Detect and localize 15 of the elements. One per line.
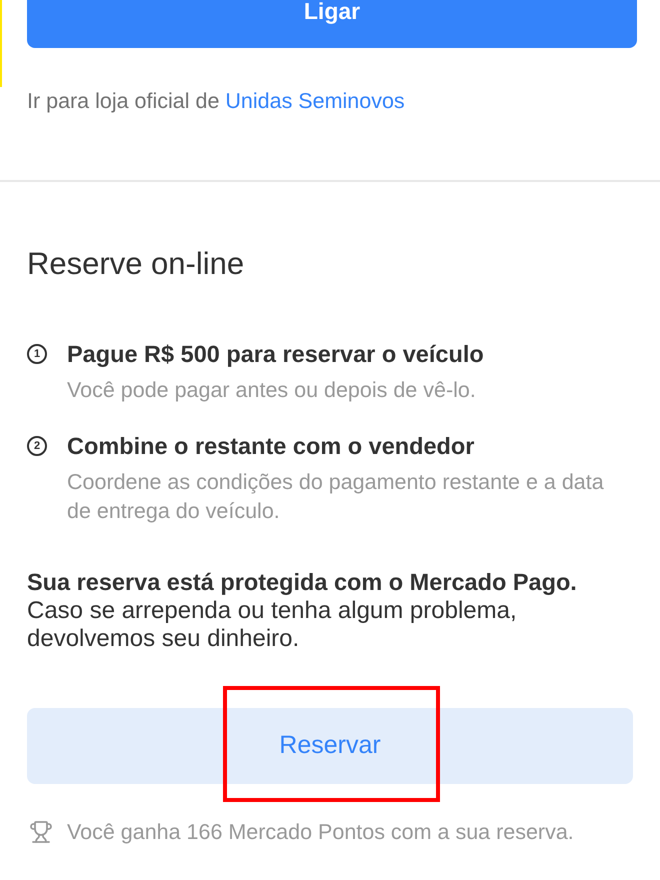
step-title: Combine o restante com o vendedor (67, 433, 476, 459)
points-note: Você ganha 166 Mercado Pontos com a sua reserva. (67, 820, 574, 844)
trophy-icon (29, 820, 53, 844)
store-link-text: Ir para loja oficial de Unidas Seminovos (27, 89, 406, 113)
reserve-button[interactable]: Reservar (27, 708, 633, 784)
call-button[interactable]: Ligar (27, 0, 637, 48)
step-description: Coordene as condições do pagamento restante e a data de entrega do veículo. (67, 469, 605, 525)
protection-text: Caso se arrependa ou tenha algum problema, devolvemos seu dinheiro. (27, 596, 518, 654)
protection-title: Sua reserva está protegida com o Mercado Pago. (27, 568, 578, 596)
step-number: 2 (27, 436, 47, 456)
section-title: Reserve on-line (27, 248, 246, 280)
step-number: 1 (27, 344, 47, 364)
step-title: Pague R$ 500 para reservar o veículo (67, 341, 485, 367)
step-description: Você pode pagar antes ou depois de vê-lo. (67, 377, 477, 404)
store-link[interactable]: Unidas Seminovos (225, 89, 405, 113)
